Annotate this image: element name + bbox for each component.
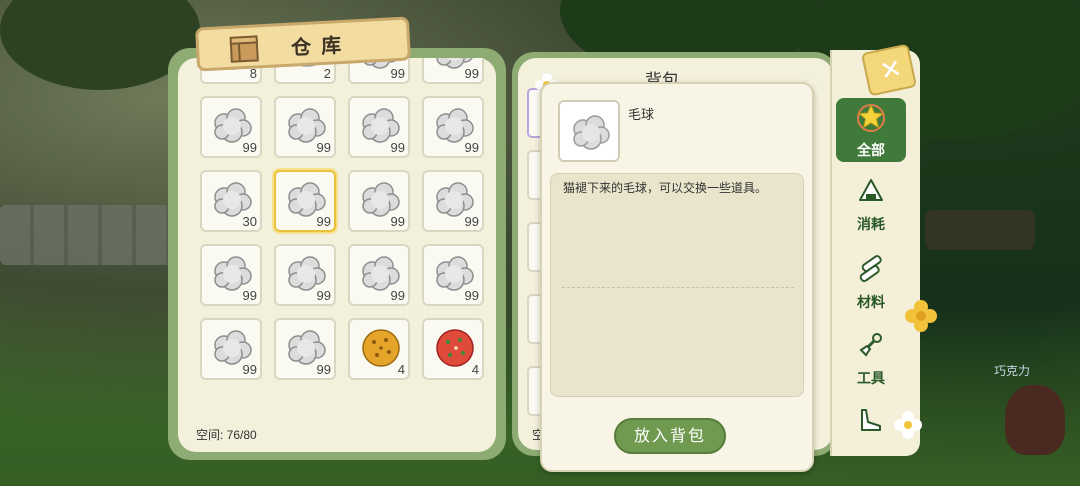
warehouse-item-slot[interactable]: 99 [422, 244, 484, 306]
category-tab-tool[interactable]: 工具 [836, 326, 906, 390]
warehouse-item-slot[interactable]: 99 [348, 96, 410, 158]
warehouse-item-grid[interactable]: 8 2 99 99 99 99 99 99 30 99 99 99 99 99 99 99 99 99 4 4 [200, 58, 490, 413]
background-stone-wall [0, 205, 180, 265]
item-count: 99 [316, 140, 331, 155]
warehouse-item-slot[interactable]: 99 [200, 318, 262, 380]
item-detail-thumbnail [558, 100, 620, 162]
item-count: 99 [390, 140, 405, 155]
item-detail-name: 毛球 [628, 108, 655, 123]
shovel-icon [859, 333, 882, 357]
item-count: 99 [316, 288, 331, 303]
item-count: 99 [242, 362, 257, 377]
red-cookie-icon [436, 329, 474, 367]
item-count: 99 [464, 66, 479, 81]
warehouse-item-slot[interactable]: 99 [274, 96, 336, 158]
box-icon [229, 35, 259, 63]
warehouse-item-slot[interactable]: 99 [274, 244, 336, 306]
item-count: 4 [471, 362, 479, 377]
fur-ball-icon [573, 115, 610, 150]
warehouse-item-slot[interactable]: 30 [200, 170, 262, 232]
category-tab-material[interactable]: 材料 [836, 250, 906, 314]
divider [562, 287, 794, 288]
background-table [925, 210, 1035, 250]
item-count: 99 [390, 214, 405, 229]
item-count: 99 [316, 214, 331, 229]
npc-cat[interactable] [1005, 385, 1065, 455]
warehouse-item-slot[interactable]: 99 [422, 170, 484, 232]
warehouse-item-slot[interactable]: 99 [200, 244, 262, 306]
warehouse-item-slot[interactable]: 99 [200, 96, 262, 158]
item-detail-description-box [550, 173, 804, 397]
warehouse-item-slot[interactable]: 99 [274, 318, 336, 380]
item-count: 99 [464, 140, 479, 155]
shoe-icon [861, 409, 881, 431]
warehouse-item-slot[interactable]: 99 [422, 96, 484, 158]
warehouse-item-slot[interactable]: 4 [348, 318, 410, 380]
warehouse-title: 仓库 [290, 32, 352, 60]
item-count: 4 [397, 362, 405, 377]
item-count: 99 [390, 66, 405, 81]
rice-ball-icon [859, 179, 883, 201]
category-tab-consumable[interactable]: 消耗 [836, 172, 906, 236]
category-tab-all[interactable]: 全部 [836, 98, 906, 162]
warehouse-capacity: 空间: 76/80 [196, 428, 257, 442]
warehouse-item-slot[interactable]: 99 [274, 170, 336, 232]
white-flower-icon [894, 411, 922, 439]
put-into-backpack-button[interactable]: 放入背包 [614, 418, 726, 454]
warehouse-item-slot[interactable]: 99 [348, 170, 410, 232]
category-label: 消耗 [857, 217, 885, 233]
star-icon [857, 103, 885, 132]
item-count: 99 [242, 288, 257, 303]
category-label: 全部 [857, 143, 885, 159]
item-detail-description: 猫褪下来的毛球，可以交换一些道具。 [563, 181, 768, 195]
orange-cookie-icon [362, 329, 400, 367]
npc-name-label: 巧克力 [994, 364, 1031, 378]
item-count: 99 [390, 288, 405, 303]
warehouse-item-slot[interactable]: 99 [422, 58, 484, 84]
category-label: 材料 [857, 295, 885, 311]
item-count: 99 [316, 362, 331, 377]
yellow-flower-icon [905, 300, 937, 332]
item-count: 99 [242, 140, 257, 155]
item-count: 30 [242, 214, 257, 229]
item-count: 99 [464, 214, 479, 229]
warehouse-item-slot[interactable]: 4 [422, 318, 484, 380]
category-label: 工具 [857, 371, 885, 387]
close-icon: ✕ [877, 53, 905, 88]
item-count: 2 [323, 66, 331, 81]
wood-icon [859, 255, 882, 283]
warehouse-item-slot[interactable]: 99 [348, 244, 410, 306]
item-count: 99 [464, 288, 479, 303]
